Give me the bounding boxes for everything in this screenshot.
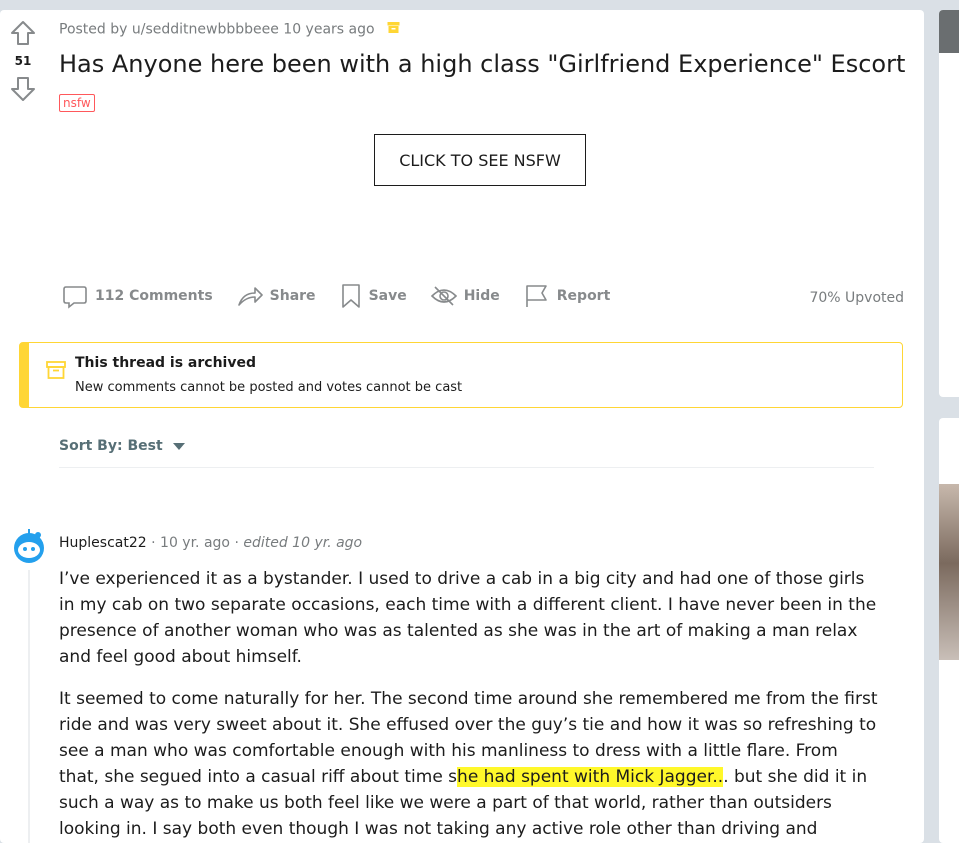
comments-count-label: 112 Comments	[95, 288, 213, 304]
report-button[interactable]: Report	[524, 283, 611, 309]
hide-label: Hide	[463, 288, 500, 304]
archived-title: This thread is archived	[75, 355, 256, 371]
comment-edited: edited 10 yr. ago	[243, 535, 363, 551]
post-card: 51 Posted by u/sedditnewbbbbeee 10 years…	[0, 10, 924, 843]
archived-subtitle: New comments cannot be posted and votes …	[75, 380, 463, 395]
top-bar	[0, 0, 959, 10]
comment-paragraph-2: It seemed to come naturally for her. The…	[59, 686, 879, 843]
comments-button[interactable]: 112 Comments	[62, 283, 213, 309]
vote-column: 51	[0, 20, 46, 102]
comment-body: I’ve experienced it as a bystander. I us…	[59, 566, 879, 843]
share-arrow-icon	[237, 287, 263, 306]
comment-paragraph-1: I’ve experienced it as a bystander. I us…	[59, 569, 877, 667]
share-label: Share	[269, 288, 316, 304]
flag-icon	[525, 285, 547, 307]
snoo-avatar-icon[interactable]	[10, 526, 48, 564]
sort-label: Sort By: Best	[59, 438, 163, 454]
archive-box-icon	[46, 361, 66, 379]
sort-dropdown[interactable]: Sort By: Best	[59, 438, 185, 454]
highlighted-text: he had spent with Mick Jagger..	[457, 767, 724, 787]
click-to-see-nsfw-button[interactable]: CLICK TO SEE NSFW	[374, 134, 586, 186]
sidebar-card-bottom	[939, 418, 959, 843]
comment-header: Huplescat22 · 10 yr. ago · edited 10 yr.…	[59, 535, 362, 551]
vote-count: 51	[14, 54, 32, 68]
comment-bubble-icon	[63, 286, 87, 309]
caret-down-icon	[172, 442, 185, 450]
sidebar-image	[939, 484, 959, 660]
archived-notice: This thread is archived New comments can…	[19, 342, 903, 408]
sidebar-card-header	[939, 10, 959, 53]
thread-line[interactable]	[28, 570, 30, 843]
post-meta-text: Posted by u/sedditnewbbbbeee 10 years ag…	[59, 21, 375, 38]
comment-time[interactable]: 10 yr. ago	[160, 535, 230, 551]
save-label: Save	[368, 288, 407, 304]
post-meta: Posted by u/sedditnewbbbbeee 10 years ag…	[59, 21, 400, 38]
hide-button[interactable]: Hide	[430, 283, 500, 309]
upvoted-percentage: 70% Upvoted	[809, 290, 904, 306]
save-button[interactable]: Save	[340, 283, 407, 309]
bookmark-icon	[341, 284, 360, 308]
upvote-arrow-icon[interactable]	[10, 20, 36, 46]
sidebar-card-top	[939, 10, 959, 397]
post-title[interactable]: Has Anyone here been with a high class "…	[59, 50, 905, 78]
report-label: Report	[556, 288, 611, 304]
separator-dot: ·	[234, 535, 244, 551]
nsfw-tag: nsfw	[59, 94, 95, 112]
share-button[interactable]: Share	[237, 283, 316, 309]
downvote-arrow-icon[interactable]	[10, 76, 36, 102]
comment-author[interactable]: Huplescat22	[59, 535, 147, 551]
hide-eye-icon	[430, 286, 457, 306]
post-actions-bar: 112 Comments Share Save Hide Report	[62, 283, 634, 309]
divider	[59, 467, 874, 468]
archive-icon	[387, 21, 400, 38]
separator-dot: ·	[151, 535, 161, 551]
